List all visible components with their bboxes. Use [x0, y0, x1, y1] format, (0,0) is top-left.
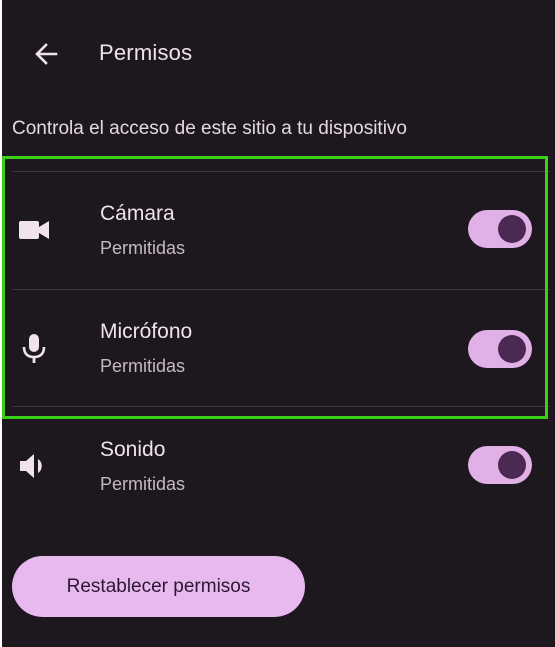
permission-name: Micrófono: [100, 320, 193, 343]
back-button[interactable]: [26, 34, 66, 74]
arrow-left-icon: [26, 34, 66, 74]
permission-name: Cámara: [100, 202, 175, 225]
sound-toggle[interactable]: [468, 446, 532, 484]
divider: [12, 406, 550, 407]
permission-state: Permitidas: [100, 238, 186, 258]
microphone-icon: [18, 332, 50, 364]
page-title: Permisos: [99, 40, 193, 65]
permission-row-sound[interactable]: Sonido Permitidas: [4, 408, 552, 524]
camera-icon: [18, 214, 50, 246]
permission-row-camera[interactable]: Cámara Permitidas: [4, 172, 552, 288]
toggle-knob: [498, 335, 526, 363]
toggle-knob: [498, 451, 526, 479]
toggle-knob: [498, 215, 526, 243]
app-bar: Permisos: [2, 0, 555, 104]
speaker-icon: [18, 450, 50, 482]
reset-permissions-button[interactable]: Restablecer permisos: [12, 556, 305, 617]
page-description: Controla el acceso de este sitio a tu di…: [12, 118, 407, 139]
permission-name: Sonido: [100, 438, 166, 461]
permissions-screen: Permisos Controla el acceso de este siti…: [2, 0, 555, 647]
permission-row-microphone[interactable]: Micrófono Permitidas: [4, 290, 552, 406]
camera-toggle[interactable]: [468, 210, 532, 248]
permission-state: Permitidas: [100, 474, 186, 494]
permission-state: Permitidas: [100, 356, 186, 376]
microphone-toggle[interactable]: [468, 330, 532, 368]
